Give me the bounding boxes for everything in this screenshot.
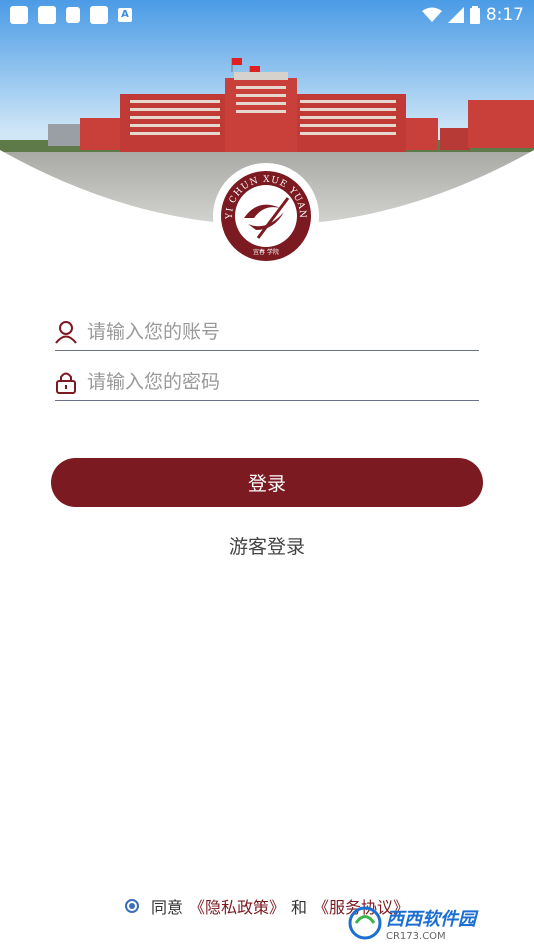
status-time: 8:17 <box>485 5 524 25</box>
account-field <box>55 314 479 351</box>
notification-icon <box>38 6 56 24</box>
watermark-subtitle: CR173.COM <box>386 930 446 942</box>
password-input[interactable] <box>85 370 479 394</box>
agree-and: 和 <box>291 898 308 917</box>
watermark: 西西软件园 CR173.COM <box>348 900 526 946</box>
watermark-title: 西西软件园 <box>386 908 476 930</box>
status-bar: A 8:17 <box>0 0 534 30</box>
watermark-logo-icon <box>348 906 382 940</box>
agree-prefix: 同意 <box>150 898 183 917</box>
lock-icon <box>55 370 77 394</box>
logo-bottom-text: 宜春 学院 <box>253 248 279 256</box>
notification-icon <box>90 6 108 24</box>
notification-icon <box>10 6 28 24</box>
notification-icon <box>66 7 80 23</box>
school-logo: YI CHUN XUE YUAN 宜春 学院 <box>213 163 319 269</box>
login-button[interactable]: 登录 <box>51 458 483 507</box>
guest-login-link[interactable]: 游客登录 <box>0 532 534 559</box>
privacy-policy-link[interactable]: 《隐私政策》 <box>189 894 285 918</box>
battery-icon <box>469 6 480 24</box>
signal-icon <box>447 7 464 23</box>
wifi-icon <box>421 7 442 22</box>
account-input[interactable] <box>85 320 479 344</box>
user-icon <box>55 320 77 344</box>
a-icon: A <box>118 8 132 22</box>
password-field <box>55 364 479 401</box>
agree-radio[interactable] <box>124 899 139 913</box>
status-bar-notifications: A <box>10 6 132 24</box>
